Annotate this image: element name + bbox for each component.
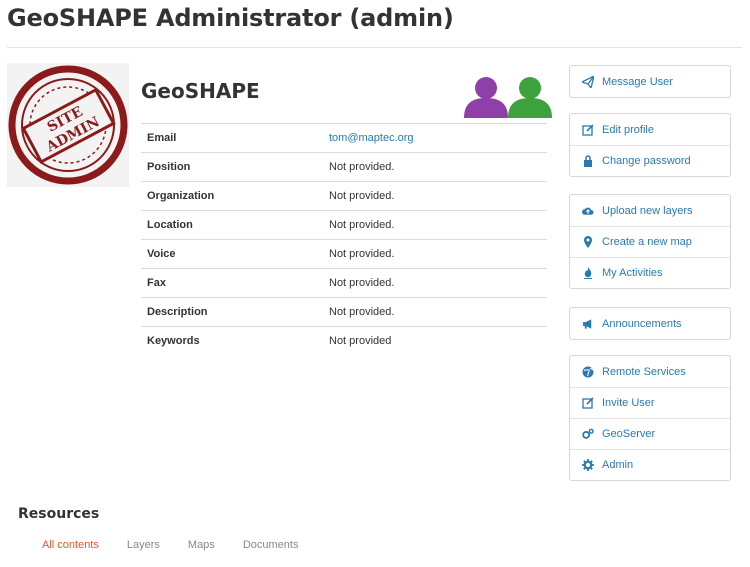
info-value: Not provided.	[323, 268, 547, 298]
info-row-description: Description Not provided.	[141, 297, 547, 327]
resources-tabs: All contents Layers Maps Documents	[42, 539, 326, 551]
message-user-link[interactable]: Message User	[570, 66, 730, 97]
resources-title: Resources	[18, 506, 100, 522]
info-label: Voice	[141, 239, 323, 269]
info-row-email: Email tom@maptec.org	[141, 123, 547, 153]
edit-icon	[582, 397, 594, 409]
info-row-fax: Fax Not provided.	[141, 268, 547, 298]
info-label: Organization	[141, 181, 323, 211]
info-row-keywords: Keywords Not provided	[141, 326, 547, 355]
upload-new-layers-link[interactable]: Upload new layers	[570, 195, 730, 226]
tab-maps[interactable]: Maps	[188, 539, 215, 551]
info-label: Fax	[141, 268, 323, 298]
tab-documents[interactable]: Documents	[243, 539, 299, 551]
page-title: GeoSHAPE Administrator (admin)	[7, 4, 454, 32]
action-label: Upload new layers	[602, 204, 693, 217]
gear-icon	[582, 459, 594, 471]
info-row-voice: Voice Not provided.	[141, 239, 547, 269]
geoserver-link[interactable]: GeoServer	[570, 418, 730, 449]
remote-services-link[interactable]: Remote Services	[570, 356, 730, 387]
users-icon	[464, 77, 552, 118]
invite-user-link[interactable]: Invite User	[570, 387, 730, 418]
action-label: Create a new map	[602, 236, 692, 248]
tab-all-contents[interactable]: All contents	[42, 539, 99, 551]
change-password-link[interactable]: Change password	[570, 145, 730, 176]
my-activities-link[interactable]: My Activities	[570, 257, 730, 288]
info-value: Not provided.	[323, 181, 547, 211]
action-panel-content: Upload new layers Create a new map My Acti…	[569, 194, 731, 289]
action-label: Remote Services	[602, 365, 686, 378]
action-label: GeoServer	[602, 428, 656, 440]
info-value: Not provided.	[323, 297, 547, 327]
action-label: Edit profile	[602, 123, 654, 136]
profile-name: GeoSHAPE	[141, 79, 260, 103]
edit-icon	[582, 123, 594, 136]
cogs-icon	[582, 428, 594, 440]
email-link[interactable]: tom@maptec.org	[329, 132, 414, 144]
action-label: Admin	[602, 459, 634, 471]
action-panel-message: Message User	[569, 65, 731, 98]
action-label: Invite User	[602, 397, 655, 409]
action-panel-profile: Edit profile Change password	[569, 113, 731, 177]
info-value: Not provided.	[323, 210, 547, 240]
tab-layers[interactable]: Layers	[127, 539, 160, 551]
announcements-link[interactable]: Announcements	[570, 308, 730, 339]
title-divider	[7, 47, 742, 48]
info-row-organization: Organization Not provided.	[141, 181, 547, 211]
info-row-location: Location Not provided.	[141, 210, 547, 240]
info-label: Email	[141, 123, 323, 153]
admin-link[interactable]: Admin	[570, 449, 730, 480]
lock-icon	[582, 155, 594, 167]
map-marker-icon	[582, 236, 594, 248]
info-label: Position	[141, 152, 323, 182]
info-label: Location	[141, 210, 323, 240]
cloud-upload-icon	[582, 205, 594, 217]
fire-icon	[582, 267, 594, 279]
info-label: Description	[141, 297, 323, 327]
action-panel-announcements: Announcements	[569, 307, 731, 340]
info-row-position: Position Not provided.	[141, 152, 547, 182]
paper-plane-icon	[582, 75, 594, 88]
action-label: My Activities	[602, 267, 663, 279]
info-value: Not provided.	[323, 239, 547, 269]
info-value: tom@maptec.org	[323, 123, 547, 153]
info-value: Not provided	[323, 326, 547, 355]
action-label: Announcements	[602, 317, 682, 330]
globe-icon	[582, 366, 594, 378]
info-value: Not provided.	[323, 152, 547, 182]
create-a-new-map-link[interactable]: Create a new map	[570, 226, 730, 257]
action-label: Message User	[602, 75, 673, 88]
bullhorn-icon	[582, 318, 594, 330]
site-admin-stamp-avatar: SITE ADMIN	[7, 63, 129, 187]
action-label: Change password	[602, 155, 691, 167]
profile-info-table: Email tom@maptec.org Position Not provided.…	[141, 123, 547, 355]
info-label: Keywords	[141, 326, 323, 355]
action-panel-admin: Remote Services Invite User GeoServer Admin	[569, 355, 731, 481]
edit-profile-link[interactable]: Edit profile	[570, 114, 730, 145]
